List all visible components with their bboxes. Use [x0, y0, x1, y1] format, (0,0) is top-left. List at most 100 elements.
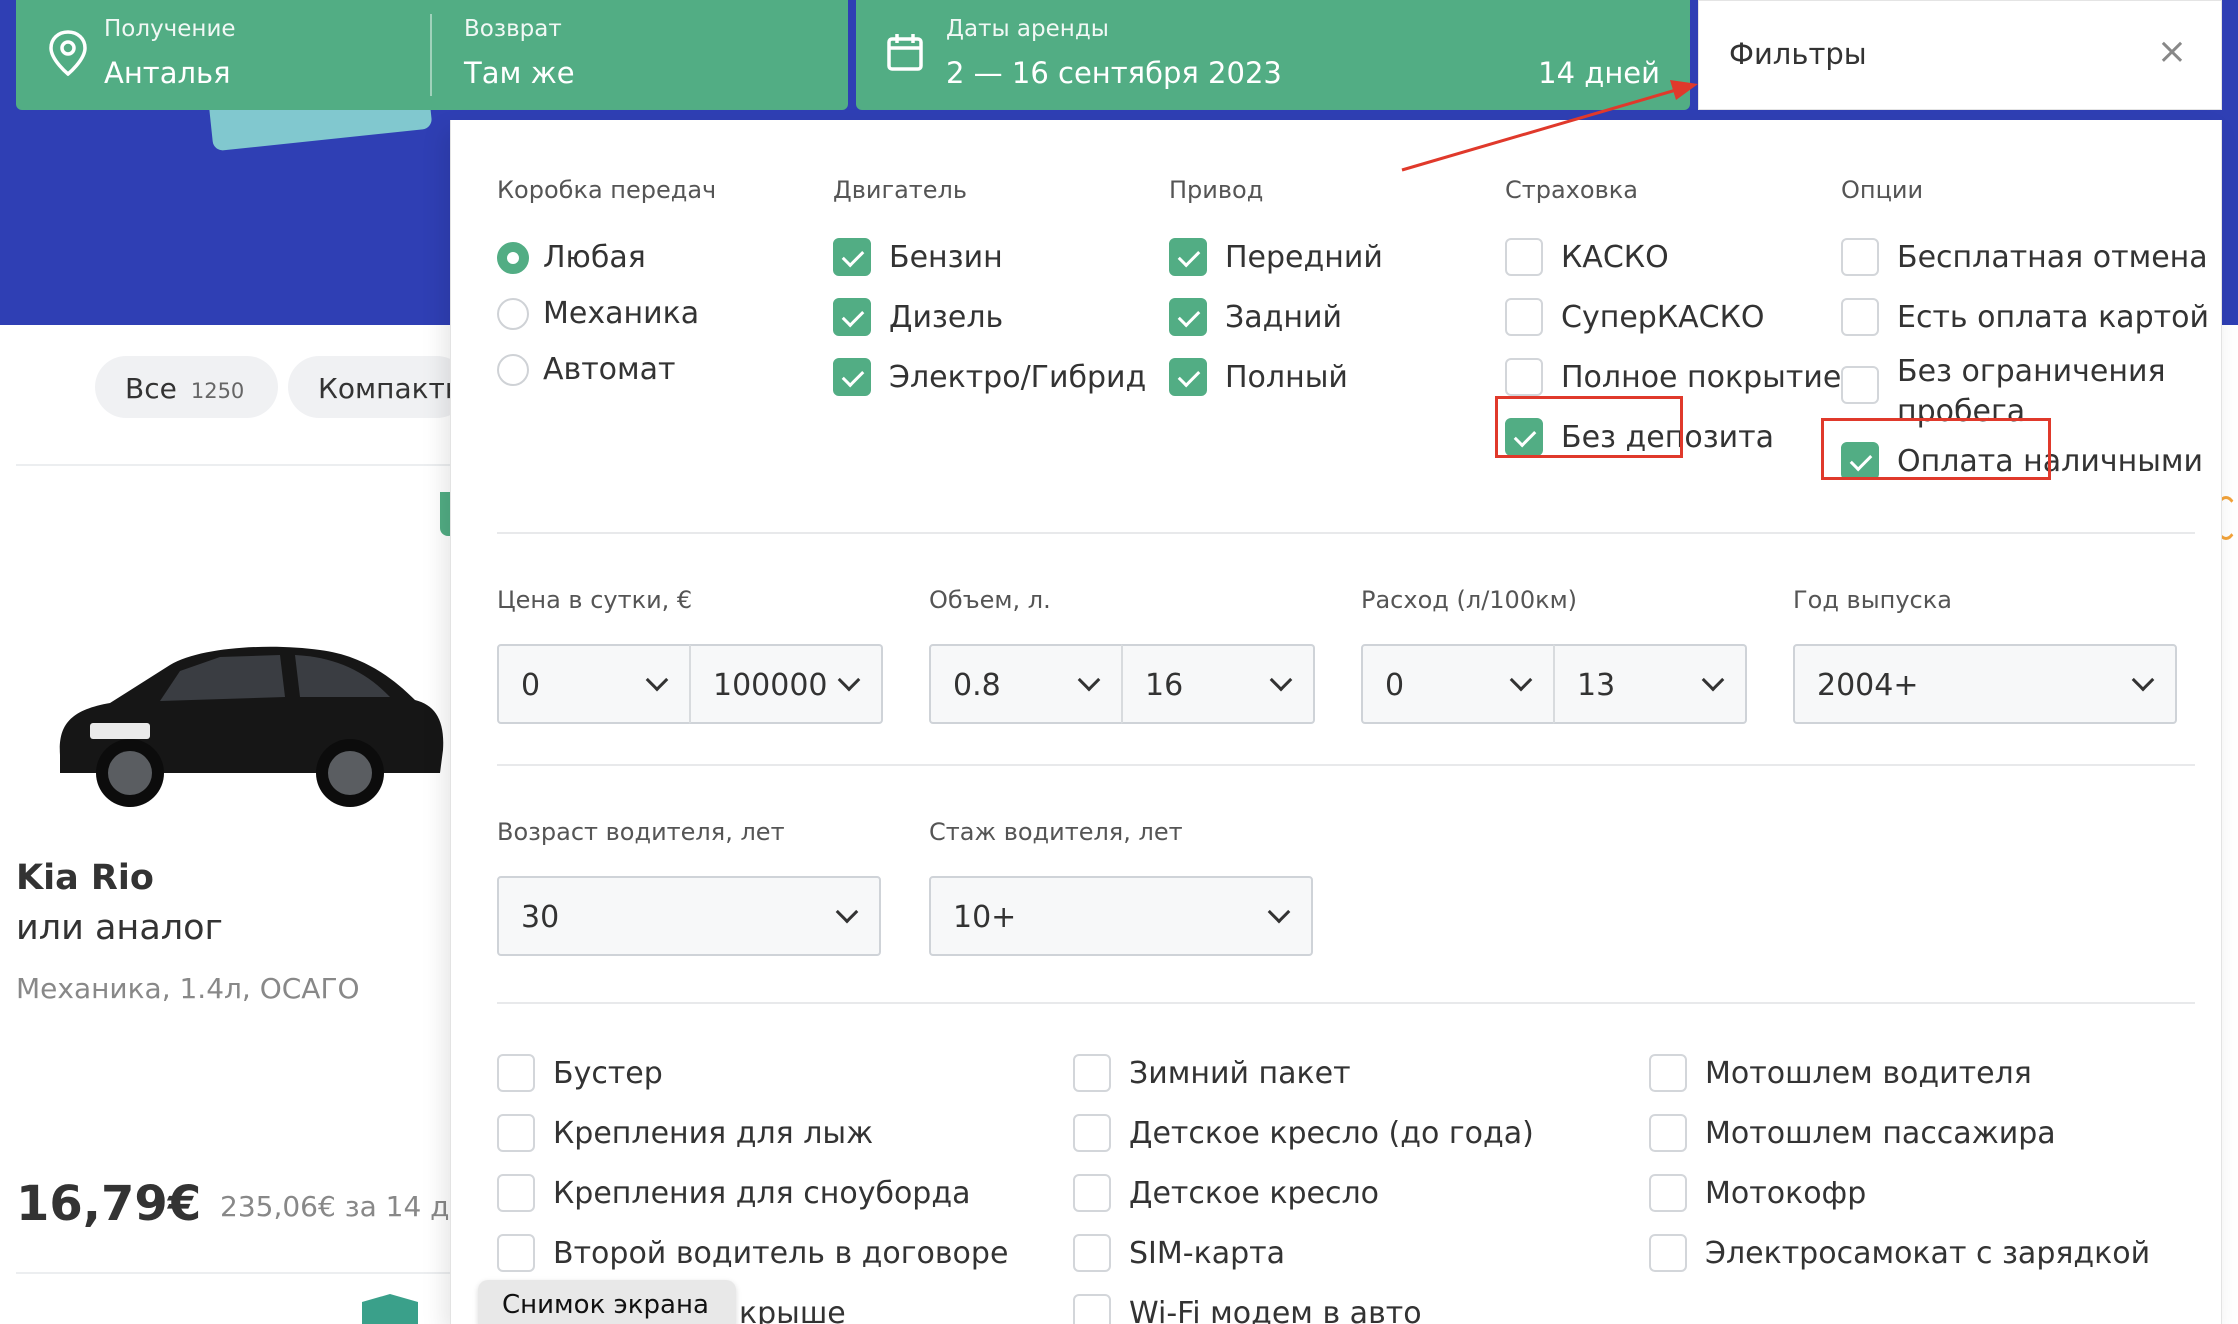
- checkbox-sim-card[interactable]: [1073, 1234, 1111, 1272]
- checkbox-petrol[interactable]: [833, 238, 871, 276]
- category-chip-compact[interactable]: Компактн: [288, 356, 468, 418]
- checkbox-wifi[interactable]: [1073, 1294, 1111, 1324]
- chevron-down-icon: [645, 668, 669, 692]
- chip-count: 1250: [190, 379, 245, 403]
- checkbox-electric[interactable]: [833, 358, 871, 396]
- chevron-down-icon: [1701, 668, 1725, 692]
- transmission-option-any[interactable]: Любая: [543, 240, 646, 275]
- extra-infant-seat[interactable]: Детское кресло (до года): [1129, 1116, 1534, 1151]
- extra-wifi[interactable]: Wi-Fi модем в авто: [1129, 1296, 1422, 1324]
- checkbox-kasko[interactable]: [1505, 238, 1543, 276]
- dates-bar[interactable]: Даты аренды 2 — 16 сентября 2023 14 дней: [856, 0, 1690, 110]
- extra-winter-pack[interactable]: Зимний пакет: [1129, 1056, 1351, 1091]
- radio-manual[interactable]: [497, 298, 529, 330]
- checkbox-child-seat[interactable]: [1073, 1174, 1111, 1212]
- checkbox-infant-seat[interactable]: [1073, 1114, 1111, 1152]
- checkbox-card-payment[interactable]: [1841, 298, 1879, 336]
- checkbox-free-cancel[interactable]: [1841, 238, 1879, 276]
- price-per-day: 16,79€: [16, 1176, 202, 1232]
- consumption-from-select[interactable]: 0: [1361, 644, 1555, 724]
- chevron-down-icon: [1077, 668, 1101, 692]
- extra-booster[interactable]: Бустер: [553, 1056, 663, 1091]
- close-icon[interactable]: ×: [2157, 31, 2187, 72]
- year-select[interactable]: 2004+: [1793, 644, 2177, 724]
- consumption-label: Расход (л/100км): [1361, 586, 1578, 614]
- location-bar[interactable]: Получение Анталья Возврат Там же: [16, 0, 848, 110]
- option-card-payment[interactable]: Есть оплата картой: [1897, 300, 2209, 335]
- extra-roof[interactable]: крыше: [739, 1296, 846, 1324]
- transmission-option-automatic[interactable]: Автомат: [543, 352, 676, 387]
- drive-option-awd[interactable]: Полный: [1225, 360, 1348, 395]
- select-value: 0: [521, 668, 541, 703]
- driver-age-label: Возраст водителя, лет: [497, 818, 785, 846]
- year-label: Год выпуска: [1793, 586, 1952, 614]
- car-image[interactable]: [50, 605, 450, 825]
- driver-age-select[interactable]: 30: [497, 876, 881, 956]
- select-value: 100000: [713, 668, 828, 703]
- checkbox-full-coverage[interactable]: [1505, 358, 1543, 396]
- highlight-box: [1821, 418, 2051, 480]
- checkbox-unlimited-mileage[interactable]: [1841, 366, 1879, 404]
- insurance-option-full-coverage[interactable]: Полное покрытие: [1561, 360, 1841, 395]
- checkbox-awd[interactable]: [1169, 358, 1207, 396]
- drive-option-rear[interactable]: Задний: [1225, 300, 1342, 335]
- checkbox-moto-case[interactable]: [1649, 1174, 1687, 1212]
- transmission-option-manual[interactable]: Механика: [543, 296, 699, 331]
- checkbox-e-scooter[interactable]: [1649, 1234, 1687, 1272]
- checkbox-snowboard-rack[interactable]: [497, 1174, 535, 1212]
- driver-exp-select[interactable]: 10+: [929, 876, 1313, 956]
- filters-title: Фильтры: [1729, 37, 1867, 71]
- divider: [16, 464, 456, 466]
- divider: [16, 1272, 456, 1274]
- insurance-option-kasko[interactable]: КАСКО: [1561, 240, 1669, 275]
- checkbox-second-driver[interactable]: [497, 1234, 535, 1272]
- checkbox-superkasko[interactable]: [1505, 298, 1543, 336]
- engine-option-electric[interactable]: Электро/Гибрид: [889, 360, 1146, 395]
- chevron-down-icon: [1269, 668, 1293, 692]
- price-from-select[interactable]: 0: [497, 644, 691, 724]
- car-subtitle: или аналог: [16, 908, 223, 948]
- insurance-option-superkasko[interactable]: СуперКАСКО: [1561, 300, 1765, 335]
- days-count: 14 дней: [1538, 56, 1660, 90]
- volume-to-select[interactable]: 16: [1121, 644, 1315, 724]
- checkbox-winter-pack[interactable]: [1073, 1054, 1111, 1092]
- price-total: 235,06€ за 14 дн: [220, 1190, 450, 1223]
- radio-any[interactable]: [497, 242, 529, 274]
- category-chip-all[interactable]: Все 1250: [95, 356, 278, 418]
- extra-ski-rack[interactable]: Крепления для лыж: [553, 1116, 873, 1151]
- select-value: 0: [1385, 668, 1405, 703]
- dates-value[interactable]: 2 — 16 сентября 2023: [946, 56, 1282, 90]
- price-to-select[interactable]: 100000: [689, 644, 883, 724]
- select-value: 2004+: [1817, 668, 1919, 703]
- insurance-header: Страховка: [1505, 176, 1638, 204]
- extra-child-seat[interactable]: Детское кресло: [1129, 1176, 1379, 1211]
- option-unlimited-mileage[interactable]: Без ограничения: [1897, 354, 2166, 389]
- extra-second-driver[interactable]: Второй водитель в договоре: [553, 1236, 1008, 1271]
- checkbox-ski-rack[interactable]: [497, 1114, 535, 1152]
- consumption-to-select[interactable]: 13: [1553, 644, 1747, 724]
- extra-sim-card[interactable]: SIM-карта: [1129, 1236, 1285, 1271]
- checkbox-booster[interactable]: [497, 1054, 535, 1092]
- extra-helmet-passenger[interactable]: Мотошлем пассажира: [1705, 1116, 2056, 1151]
- drive-option-front[interactable]: Передний: [1225, 240, 1383, 275]
- checkbox-diesel[interactable]: [833, 298, 871, 336]
- checkbox-front[interactable]: [1169, 238, 1207, 276]
- drive-header: Привод: [1169, 176, 1264, 204]
- volume-from-select[interactable]: 0.8: [929, 644, 1123, 724]
- option-free-cancel[interactable]: Бесплатная отмена: [1897, 240, 2208, 275]
- extra-snowboard-rack[interactable]: Крепления для сноуборда: [553, 1176, 970, 1211]
- extra-helmet-driver[interactable]: Мотошлем водителя: [1705, 1056, 2032, 1091]
- car-title[interactable]: Kia Rio: [16, 858, 154, 898]
- checkbox-helmet-passenger[interactable]: [1649, 1114, 1687, 1152]
- radio-automatic[interactable]: [497, 354, 529, 386]
- return-value[interactable]: Там же: [464, 56, 575, 90]
- divider: [497, 764, 2195, 766]
- pickup-value[interactable]: Анталья: [104, 56, 231, 90]
- engine-option-diesel[interactable]: Дизель: [889, 300, 1003, 335]
- checkbox-helmet-driver[interactable]: [1649, 1054, 1687, 1092]
- extra-e-scooter[interactable]: Электросамокат с зарядкой: [1705, 1236, 2150, 1271]
- engine-option-petrol[interactable]: Бензин: [889, 240, 1003, 275]
- extra-moto-case[interactable]: Мотокофр: [1705, 1176, 1866, 1211]
- checkbox-rear[interactable]: [1169, 298, 1207, 336]
- select-value: 10+: [953, 900, 1017, 935]
